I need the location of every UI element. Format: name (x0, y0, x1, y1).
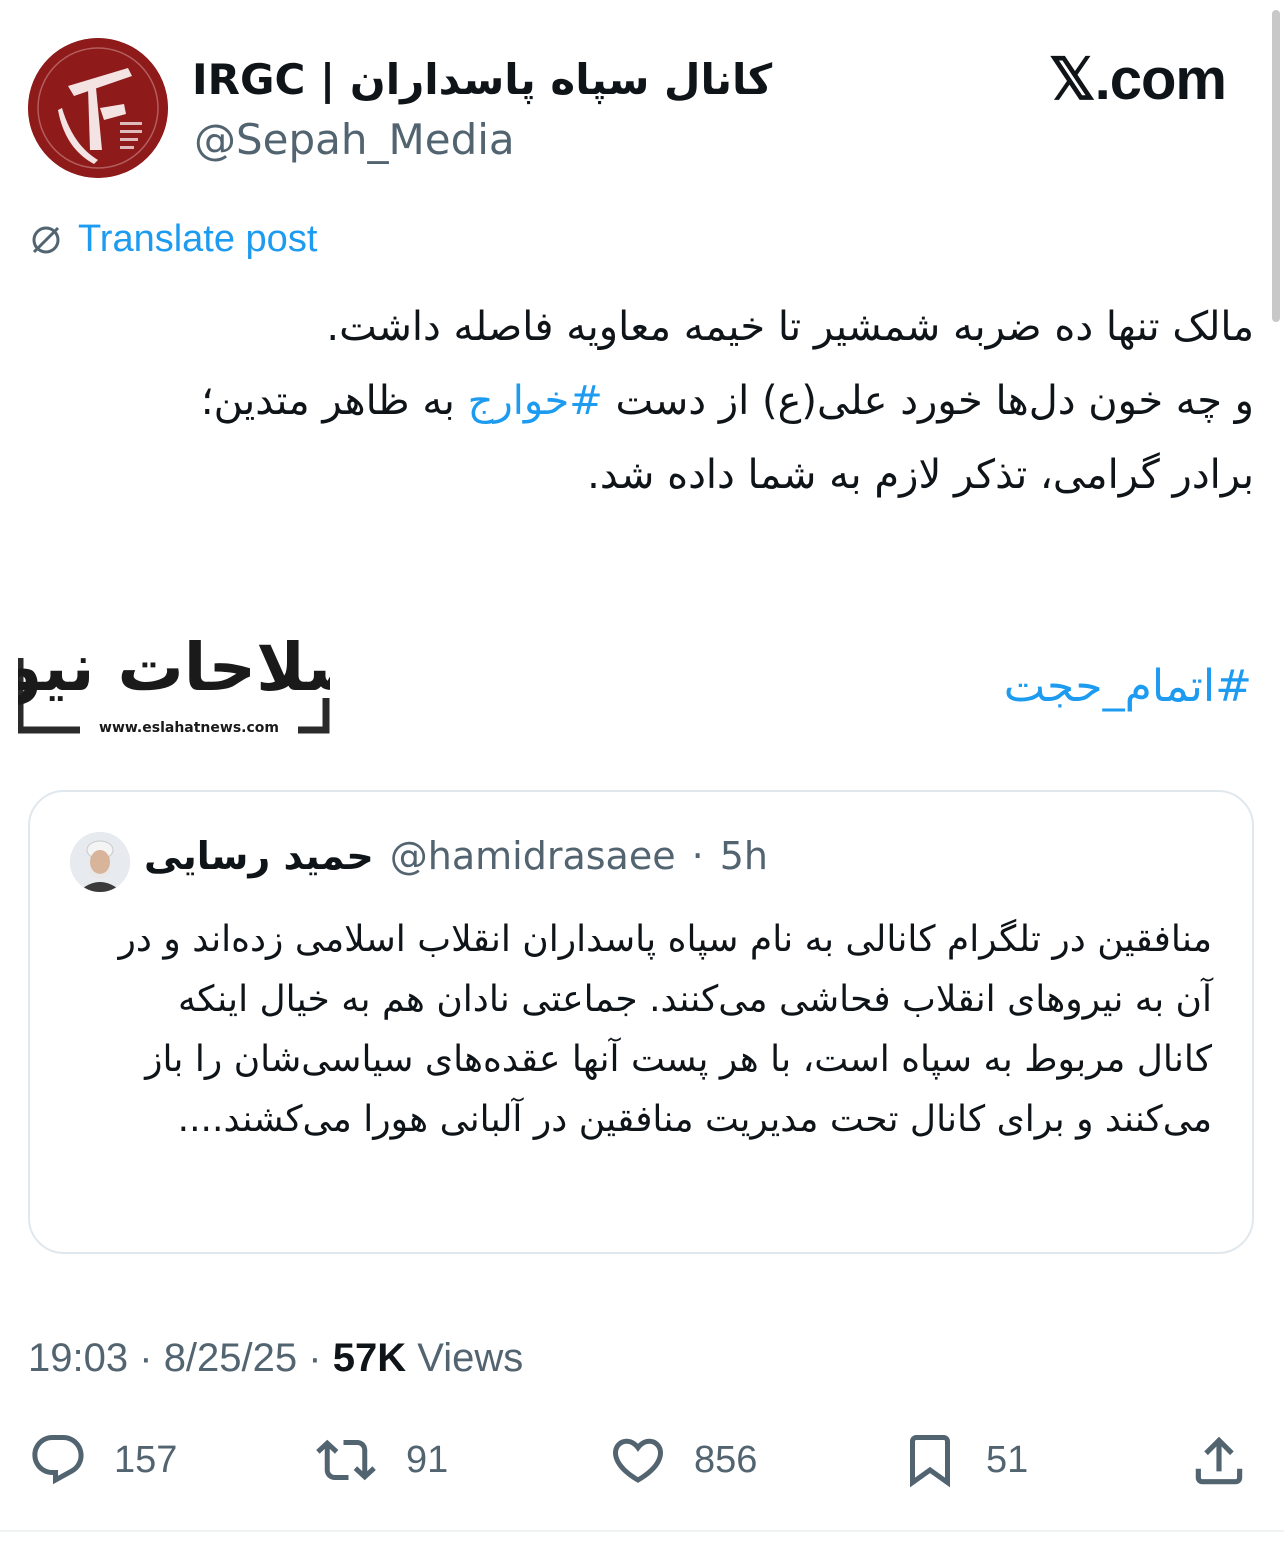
tweet-line-2-end: به ظاهر متدین؛ (200, 378, 468, 424)
bookmark-button[interactable]: 51 (900, 1430, 1028, 1490)
quoted-tweet-card[interactable]: حمید رسایی @hamidrasaee · 5h منافقین در … (28, 790, 1254, 1254)
action-bar: 157 91 856 51 (0, 1430, 1284, 1494)
repost-icon (316, 1439, 376, 1481)
bookmark-icon (910, 1435, 950, 1488)
like-count: 856 (694, 1438, 758, 1481)
quoted-user-handle[interactable]: @hamidrasaee (390, 834, 676, 878)
tweet-line-3: برادر گرامی، تذکر لازم به شما داده شد. (587, 452, 1254, 498)
watermark-url: www.eslahatnews.com (99, 720, 279, 736)
quoted-separator: · (691, 834, 704, 878)
profile-avatar[interactable] (28, 38, 168, 178)
quoted-avatar-photo (70, 832, 130, 892)
hashtag-final-link[interactable]: #اتمام_حجت (1004, 652, 1252, 722)
bottom-divider (0, 1530, 1284, 1532)
reply-icon (32, 1435, 84, 1485)
repost-button[interactable]: 91 (312, 1430, 448, 1490)
display-name[interactable]: IRGC | کانال سپاه پاسداران (192, 52, 772, 108)
tweet-text: مالک تنها ده ضربه شمشیر تا خیمه معاویه ف… (60, 290, 1254, 512)
quoted-user-avatar[interactable] (70, 832, 130, 892)
eslahatnews-watermark: اصلاحات نیوز www.eslahatnews.com (0, 580, 393, 740)
hashtag-link[interactable]: #خوارج (468, 378, 603, 424)
tweet-line-2-start: و چه خون دل‌ها خورد علی(ع) از دست (602, 378, 1254, 424)
views-label: Views (417, 1336, 524, 1380)
scrollbar[interactable] (1272, 10, 1280, 322)
tweet-meta: 19:03 · 8/25/25 · 57K Views (28, 1330, 523, 1386)
watermark-logo: اصلاحات نیوز www.eslahatnews.com (0, 629, 393, 736)
site-logo: 𝕏.com (1048, 47, 1227, 112)
irgc-emblem-icon (28, 38, 168, 178)
translate-label: Translate post (78, 218, 318, 260)
translate-post-link[interactable]: Translate post (28, 218, 317, 261)
tweet-date[interactable]: 8/25/25 (164, 1336, 297, 1380)
user-handle[interactable]: @Sepah_Media (194, 112, 515, 168)
share-button[interactable] (1188, 1430, 1250, 1492)
like-button[interactable]: 856 (608, 1430, 757, 1490)
reply-count: 157 (114, 1438, 178, 1481)
tweet-time[interactable]: 19:03 (28, 1336, 128, 1380)
tweet-line-1: مالک تنها ده ضربه شمشیر تا خیمه معاویه ف… (326, 304, 1254, 350)
meta-separator-2: · (308, 1336, 322, 1380)
tweet-line-2: و چه خون دل‌ها خورد علی(ع) از دست #خوارج… (60, 364, 1254, 438)
quoted-tweet-header: حمید رسایی @hamidrasaee · 5h (144, 834, 768, 878)
views-count: 57K (332, 1336, 407, 1380)
share-icon (1195, 1436, 1243, 1485)
bookmark-count: 51 (986, 1438, 1029, 1481)
heart-icon (612, 1438, 664, 1483)
quoted-time: 5h (719, 834, 768, 878)
quoted-tweet-text: منافقین در تلگرام کانالی به نام سپاه پاس… (118, 919, 1212, 1140)
watermark-logo-text: اصلاحات نیوز (18, 629, 330, 707)
translate-icon (32, 226, 60, 253)
reply-button[interactable]: 157 (28, 1430, 177, 1490)
repost-count: 91 (406, 1438, 449, 1481)
quoted-user-name[interactable]: حمید رسایی (144, 834, 374, 878)
meta-separator: · (139, 1336, 153, 1380)
